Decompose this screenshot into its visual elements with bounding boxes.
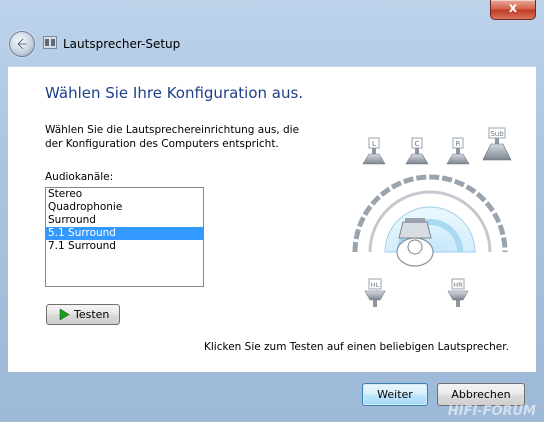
test-hint: Klicken Sie zum Testen auf einen beliebi… (204, 341, 509, 353)
speaker-center-cone (405, 153, 429, 165)
channel-option-5-1-surround[interactable]: 5.1 Surround (46, 227, 203, 240)
window-title: Lautsprecher-Setup (63, 37, 181, 51)
close-button[interactable]: x (490, 0, 536, 20)
speaker-left-label: L (372, 140, 376, 148)
title-bar: x Lautsprecher-Setup (0, 0, 544, 62)
speaker-rear-right-label: HR (453, 281, 463, 289)
next-button[interactable]: Weiter (362, 383, 428, 406)
speaker-sub-cone (482, 143, 512, 161)
speaker-diagram: L C R Sub HL HR (352, 127, 512, 307)
speaker-left-cone (362, 153, 386, 165)
speaker-right-stand (456, 148, 460, 154)
back-button[interactable] (9, 31, 35, 57)
listener-screen (405, 218, 425, 223)
back-arrow-icon (16, 37, 29, 51)
speaker-right-label: R (456, 140, 461, 148)
speaker-subwoofer[interactable]: Sub (482, 127, 512, 161)
speaker-rear-left-cone (364, 290, 386, 301)
description: Wählen Sie die Lautsprechereinrichtung a… (45, 123, 315, 151)
speaker-rear-left[interactable]: HL (364, 278, 386, 307)
audio-channels-listbox[interactable]: Stereo Quadrophonie Surround 5.1 Surroun… (45, 187, 204, 287)
speaker-center-label: C (415, 140, 420, 148)
audio-channels-label: Audiokanäle: (45, 171, 114, 183)
channel-option-7-1-surround[interactable]: 7.1 Surround (46, 240, 203, 253)
speaker-rear-right[interactable]: HR (447, 278, 469, 307)
content-panel: Wählen Sie Ihre Konfiguration aus. Wähle… (8, 66, 536, 372)
speaker-rear-left-label: HL (371, 281, 380, 289)
speaker-sub-stand (495, 138, 499, 144)
play-icon (59, 309, 70, 320)
listener-head (407, 239, 423, 255)
channel-option-surround[interactable]: Surround (46, 214, 203, 227)
speaker-center-stand (415, 148, 419, 154)
description-line-2: der Konfiguration des Computers entspric… (45, 138, 279, 150)
listener-monitor (398, 221, 432, 239)
watermark: HIFI-FORUM (447, 404, 536, 419)
test-button-label: Testen (74, 308, 110, 321)
description-line-1: Wählen Sie die Lautsprechereinrichtung a… (45, 124, 300, 136)
speaker-right[interactable]: R (446, 137, 470, 165)
speaker-rear-left-stand (373, 300, 377, 307)
speaker-rear-right-cone (447, 290, 469, 301)
page-heading: Wählen Sie Ihre Konfiguration aus. (45, 84, 304, 102)
speaker-left[interactable]: L (362, 137, 386, 165)
cancel-button[interactable]: Abbrechen (437, 383, 525, 406)
speaker-right-cone (446, 153, 470, 165)
speaker-app-icon (43, 36, 57, 49)
channel-option-quadrophonie[interactable]: Quadrophonie (46, 201, 203, 214)
speaker-center[interactable]: C (405, 137, 429, 165)
test-button[interactable]: Testen (46, 304, 120, 325)
speaker-sub-label: Sub (490, 130, 504, 138)
channel-option-stereo[interactable]: Stereo (46, 188, 203, 201)
speaker-rear-right-stand (456, 300, 460, 307)
speaker-left-stand (372, 148, 376, 154)
